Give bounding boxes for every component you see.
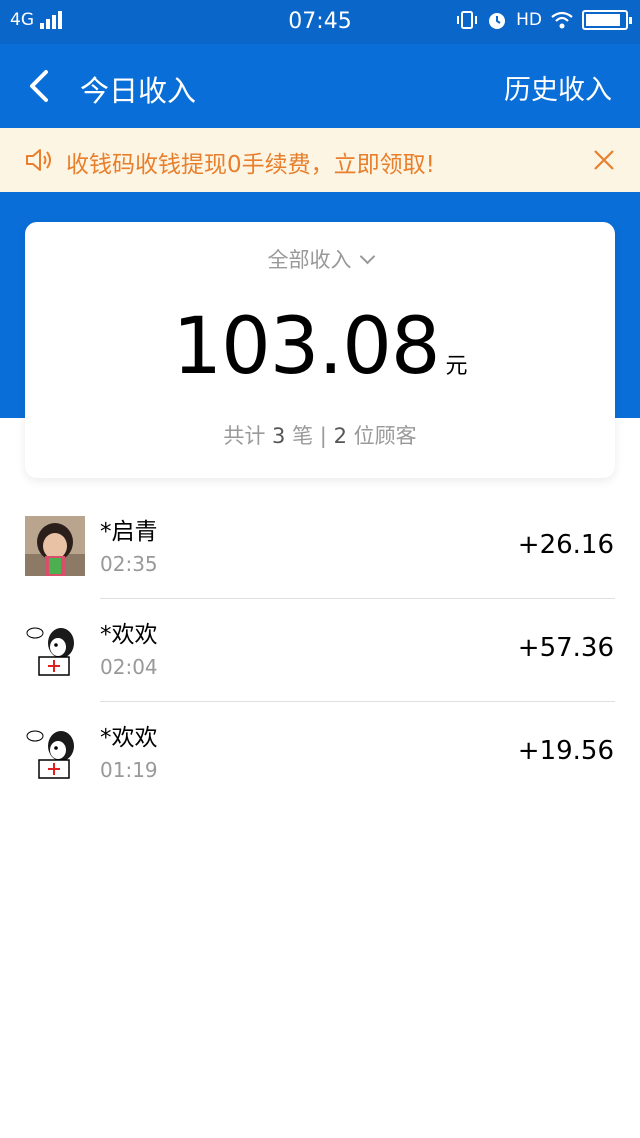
chevron-down-icon [359,248,375,265]
summary-stats: 共计 3 笔 | 2 位顾客 [25,420,615,450]
total-amount: 103.08 元 [25,302,615,392]
nav-bar: 今日收入 历史收入 [0,44,640,128]
back-button[interactable] [22,64,62,108]
payer-name: *欢欢 [100,622,158,648]
filter-label: 全部收入 [267,248,352,272]
status-bar: 4G 07:45 HD [0,0,640,44]
transaction-amount: +26.16 [517,530,614,560]
income-summary-card: 全部收入 103.08 元 共计 3 笔 | 2 位顾客 [25,222,615,478]
avatar [25,722,85,782]
transaction-list: *启青 02:35 +26.16 *欢欢 02:04 +57.36 *欢欢 01… [0,496,640,805]
transaction-time: 02:04 [100,655,158,679]
wifi-icon [551,11,573,29]
currency-unit: 元 [445,354,468,379]
page-title: 今日收入 [80,74,197,108]
stats-prefix: 共计 [223,424,266,448]
close-icon[interactable] [592,148,616,172]
avatar [25,619,85,679]
list-item[interactable]: *启青 02:35 +26.16 [0,496,640,599]
transaction-count: 3 [272,424,286,448]
stats-separator: | [319,424,327,448]
vibrate-icon [457,11,478,29]
battery-icon [582,10,632,30]
hd-label: HD [516,10,542,30]
list-item[interactable]: *欢欢 02:04 +57.36 [0,599,640,702]
payer-name: *启青 [100,519,158,545]
total-amount-value: 103.08 [172,302,441,392]
list-item[interactable]: *欢欢 01:19 +19.56 [0,702,640,805]
chevron-left-icon [30,70,48,102]
alarm-icon [489,13,506,29]
payer-name: *欢欢 [100,725,158,751]
speaker-icon [26,149,51,171]
notice-text: 收钱码收钱提现0手续费，立即领取! [66,152,435,178]
avatar [25,516,85,576]
count-unit: 笔 [292,424,314,448]
notice-banner[interactable]: 收钱码收钱提现0手续费，立即领取! [0,128,640,192]
battery-level [586,14,621,26]
status-right: HD [456,9,632,31]
transaction-amount: +57.36 [517,633,614,663]
transaction-time: 01:19 [100,758,158,782]
transaction-amount: +19.56 [517,736,614,766]
customers-unit: 位顾客 [353,424,417,448]
income-filter-dropdown[interactable]: 全部收入 [25,244,615,274]
transaction-time: 02:35 [100,552,158,576]
history-income-link[interactable]: 历史收入 [504,68,612,107]
customer-count: 2 [333,424,347,448]
